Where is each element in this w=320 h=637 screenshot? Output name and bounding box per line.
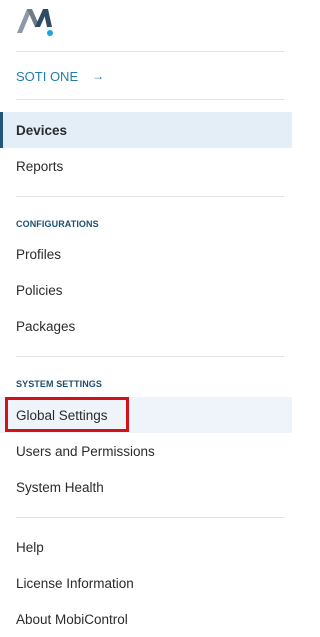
nav-item-help[interactable]: Help [0, 529, 292, 565]
divider [16, 99, 284, 100]
nav-item-label: Policies [16, 282, 63, 298]
soti-one-label: SOTI ONE [16, 68, 79, 84]
nav-item-label: Global Settings [16, 407, 108, 423]
section-heading-configurations: CONFIGURATIONS [16, 219, 99, 229]
nav-item-license-information[interactable]: License Information [0, 565, 292, 601]
nav-item-label: Help [16, 539, 44, 555]
divider [16, 356, 284, 357]
nav-item-label: Users and Permissions [16, 443, 155, 459]
nav-item-label: System Health [16, 479, 104, 495]
nav-item-profiles[interactable]: Profiles [0, 236, 292, 272]
nav-item-packages[interactable]: Packages [0, 308, 292, 344]
section-heading-system-settings: SYSTEM SETTINGS [16, 379, 103, 389]
divider [16, 517, 284, 518]
mobicontrol-logo-icon[interactable] [15, 5, 55, 37]
divider [16, 196, 284, 197]
nav-item-system-health[interactable]: System Health [0, 469, 292, 505]
nav-item-users-and-permissions[interactable]: Users and Permissions [0, 433, 292, 469]
arrow-right-icon: → [92, 69, 105, 83]
nav-item-label: Devices [16, 122, 68, 138]
divider [16, 51, 284, 52]
nav-item-reports[interactable]: Reports [0, 148, 292, 184]
nav-item-devices[interactable]: Devices [0, 112, 292, 148]
nav-item-global-settings[interactable]: Global Settings [0, 397, 292, 433]
nav-item-label: Profiles [16, 246, 62, 262]
nav-item-label: Packages [16, 318, 76, 334]
nav-item-label: About MobiControl [16, 611, 128, 627]
nav-item-label: Reports [16, 158, 64, 174]
soti-one-link[interactable]: SOTI ONE → [16, 66, 104, 86]
nav-item-policies[interactable]: Policies [0, 272, 292, 308]
nav-item-about-mobicontrol[interactable]: About MobiControl [0, 601, 292, 637]
nav-item-label: License Information [16, 575, 134, 591]
